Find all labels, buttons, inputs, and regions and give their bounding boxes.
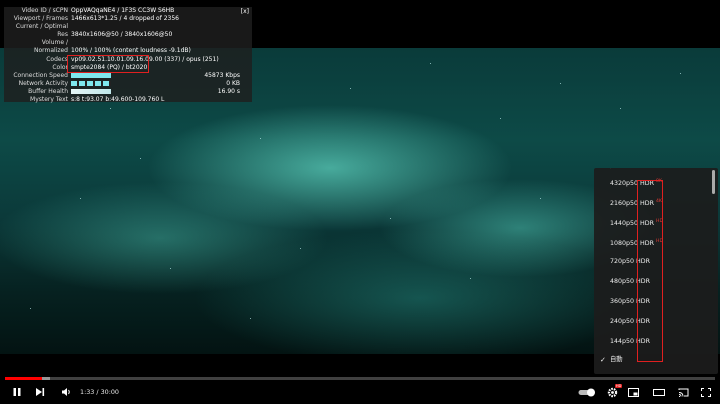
cast-button[interactable] (674, 380, 692, 404)
control-bar: 1:33 / 30:00 HD (0, 380, 720, 404)
next-icon (36, 388, 45, 396)
settings-quality-badge: HD (615, 384, 623, 388)
codecs-highlight-box (67, 55, 149, 73)
pause-icon (13, 388, 21, 396)
pause-button[interactable] (6, 380, 28, 404)
checkmark-icon: ✓ (600, 356, 606, 364)
theater-mode-button[interactable] (650, 380, 668, 404)
time-display: 1:33 / 30:00 (80, 388, 119, 396)
theater-mode-icon (653, 388, 665, 396)
network-activity-bar (71, 81, 111, 87)
fullscreen-icon (701, 387, 711, 397)
gear-icon (607, 387, 617, 397)
stats-row-viewport: Viewport / Frames 1466x613*1.25 / 4 dropp… (13, 15, 179, 23)
miniplayer-button[interactable] (624, 380, 642, 404)
stats-for-nerds-panel: [x] Video ID / sCPN OppVAQqaNE4 / 1F3S CC… (4, 7, 252, 104)
stats-row-video-id: Video ID / sCPN OppVAQqaNE4 / 1F3S CC3W S… (21, 7, 175, 14)
fullscreen-button[interactable] (697, 380, 715, 404)
volume-icon (61, 388, 70, 396)
stats-close-button[interactable]: [x] (241, 8, 249, 16)
stats-row-res: Res 3840x1606@50 / 3840x1606@50 (57, 31, 173, 39)
next-button[interactable] (30, 380, 50, 404)
stats-row-volume: Volume / (41, 39, 68, 47)
cast-icon (678, 388, 688, 397)
settings-button[interactable]: HD (602, 380, 623, 404)
menu-scrollbar[interactable] (712, 170, 715, 194)
autoplay-toggle-icon (578, 388, 595, 396)
buffer-health-bar (71, 89, 111, 95)
connection-speed-bar (71, 73, 111, 79)
autoplay-toggle[interactable] (576, 380, 598, 404)
stats-row-mystery-text: Mystery Text s:8 t:93.07 b:49.600-109.760… (30, 96, 165, 104)
stats-row-network-activity: Network Activity 0 KB (18, 79, 240, 87)
stats-row-buffer-health: Buffer Health 16.90 s (28, 87, 240, 95)
hdr-highlight-box (637, 180, 663, 362)
miniplayer-icon (627, 387, 639, 397)
stats-row-current-optimal: Current / Optimal (15, 23, 68, 31)
volume-button[interactable] (56, 380, 76, 404)
quality-menu[interactable]: 4320p50 HDR 8K 2160p50 HDR 4K 1440p50 HDR H… (594, 168, 718, 374)
